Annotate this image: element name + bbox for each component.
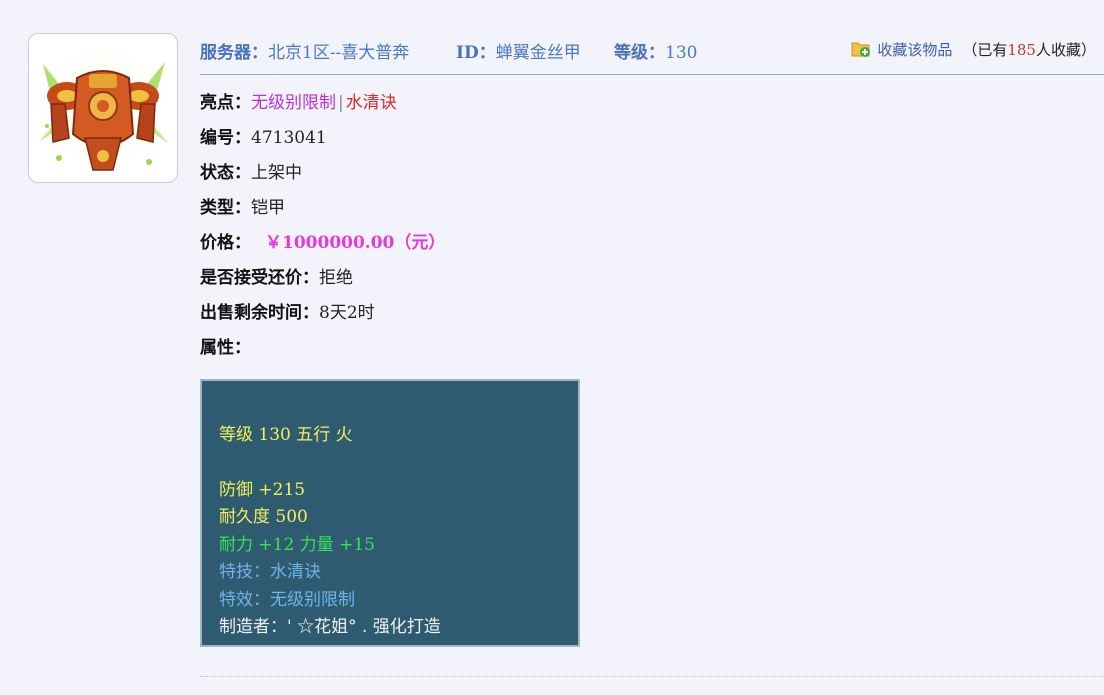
number-value: 4713041 — [251, 128, 327, 148]
favorite-suffix: 人收藏） — [1035, 41, 1096, 59]
price-row: 价格： ￥1000000.00（元） — [200, 228, 445, 253]
type-label: 类型： — [200, 198, 251, 218]
highlight-separator: | — [338, 93, 344, 113]
favorite-area: 收藏该物品 （已有185人收藏） — [851, 39, 1096, 62]
id-label: ID： — [456, 43, 496, 63]
server-label: 服务器： — [200, 43, 268, 63]
number-label: 编号： — [200, 128, 251, 148]
folder-add-icon[interactable] — [851, 40, 871, 62]
status-label: 状态： — [200, 163, 251, 183]
id-info: ID：蝉翼金丝甲 — [456, 38, 581, 63]
server-value: 北京1区--喜大普奔 — [268, 43, 410, 63]
attr-skill: 特技：水清诀 — [219, 562, 321, 582]
id-value: 蝉翼金丝甲 — [495, 43, 581, 63]
attr-effect: 特效：无级别限制 — [219, 590, 355, 610]
number-row: 编号：4713041 — [200, 123, 327, 148]
status-row: 状态：上架中 — [200, 158, 302, 183]
attributes-label: 属性： — [200, 338, 251, 358]
attributes-row: 属性： — [200, 333, 251, 358]
highlight-tag-1: 无级别限制 — [251, 93, 336, 113]
server-info: 服务器：北京1区--喜大普奔 — [200, 38, 409, 63]
type-row: 类型：铠甲 — [200, 193, 285, 218]
attr-durability: 耐久度 500 — [219, 507, 308, 527]
highlight-label: 亮点： — [200, 93, 251, 113]
attr-maker: 制造者：' ☆花姐° . 强化打造 — [219, 617, 441, 637]
favorite-prefix: （已有 — [962, 41, 1008, 59]
bargain-row: 是否接受还价：拒绝 — [200, 263, 353, 288]
item-header: 服务器：北京1区--喜大普奔 ID：蝉翼金丝甲 等级：130 收藏该物品 （已有1… — [200, 38, 1104, 75]
item-thumbnail — [28, 33, 178, 183]
type-value: 铠甲 — [251, 198, 285, 218]
attr-level-element: 等级 130 五行 火 — [219, 425, 353, 445]
level-label: 等级： — [614, 43, 665, 63]
price-label: 价格： — [200, 233, 251, 253]
highlight-tag-2: 水清诀 — [345, 93, 397, 113]
favorite-link[interactable]: 收藏该物品 — [877, 41, 952, 59]
bargain-value: 拒绝 — [319, 268, 353, 288]
level-value: 130 — [665, 43, 698, 63]
attr-stats: 耐力 +12 力量 +15 — [219, 535, 375, 555]
remaining-time-label: 出售剩余时间： — [200, 303, 319, 323]
favorite-count-note: （已有185人收藏） — [962, 41, 1096, 59]
attr-defense: 防御 +215 — [219, 480, 306, 500]
highlight-row: 亮点：无级别限制 | 水清诀 — [200, 88, 397, 113]
armor-item-icon — [33, 38, 173, 178]
level-info: 等级：130 — [614, 38, 697, 63]
attributes-box: 等级 130 五行 火 防御 +215 耐久度 500 耐力 +12 力量 +1… — [200, 379, 580, 647]
remaining-time-row: 出售剩余时间：8天2时 — [200, 298, 375, 323]
favorite-count: 185 — [1007, 41, 1036, 59]
remaining-time-value: 8天2时 — [319, 303, 375, 323]
bottom-divider — [200, 676, 1104, 677]
status-value: 上架中 — [251, 163, 302, 183]
bargain-label: 是否接受还价： — [200, 268, 319, 288]
price-value: ￥1000000.00（元） — [265, 233, 446, 253]
